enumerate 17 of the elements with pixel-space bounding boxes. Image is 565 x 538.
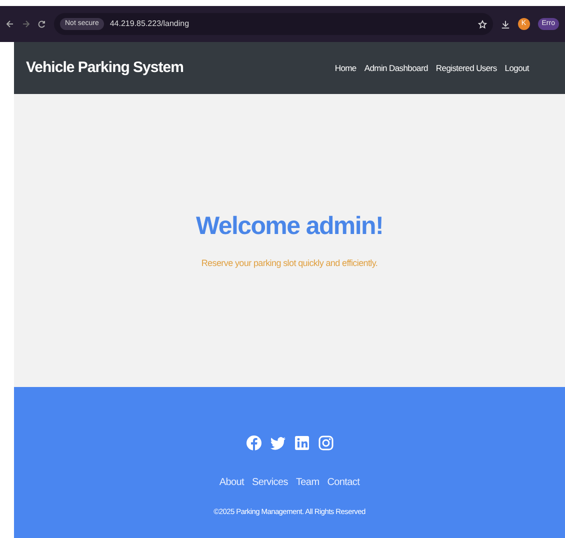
twitter-icon[interactable] — [270, 435, 286, 451]
nav-link[interactable]: Logout — [504, 62, 529, 74]
back-arrow-icon[interactable] — [6, 20, 14, 28]
forward-arrow-icon[interactable] — [22, 20, 30, 28]
star-icon[interactable] — [478, 20, 487, 28]
brand-title[interactable]: Vehicle Parking System — [26, 56, 184, 80]
hero-subtitle: Reserve your parking slot quickly and efficiently. — [201, 256, 378, 270]
nav-link[interactable]: Home — [334, 62, 356, 74]
instagram-icon[interactable] — [318, 435, 334, 451]
nav-link[interactable]: Registered Users — [436, 62, 497, 74]
nav-link[interactable]: Admin Dashboard — [364, 62, 428, 74]
url-text: 44.219.85.223/landing — [110, 18, 190, 30]
linkedin-icon[interactable] — [294, 435, 310, 451]
hero-title: Welcome admin! — [196, 210, 383, 241]
download-icon[interactable] — [500, 20, 510, 28]
facebook-icon[interactable] — [246, 435, 262, 451]
reload-icon[interactable] — [38, 20, 46, 28]
